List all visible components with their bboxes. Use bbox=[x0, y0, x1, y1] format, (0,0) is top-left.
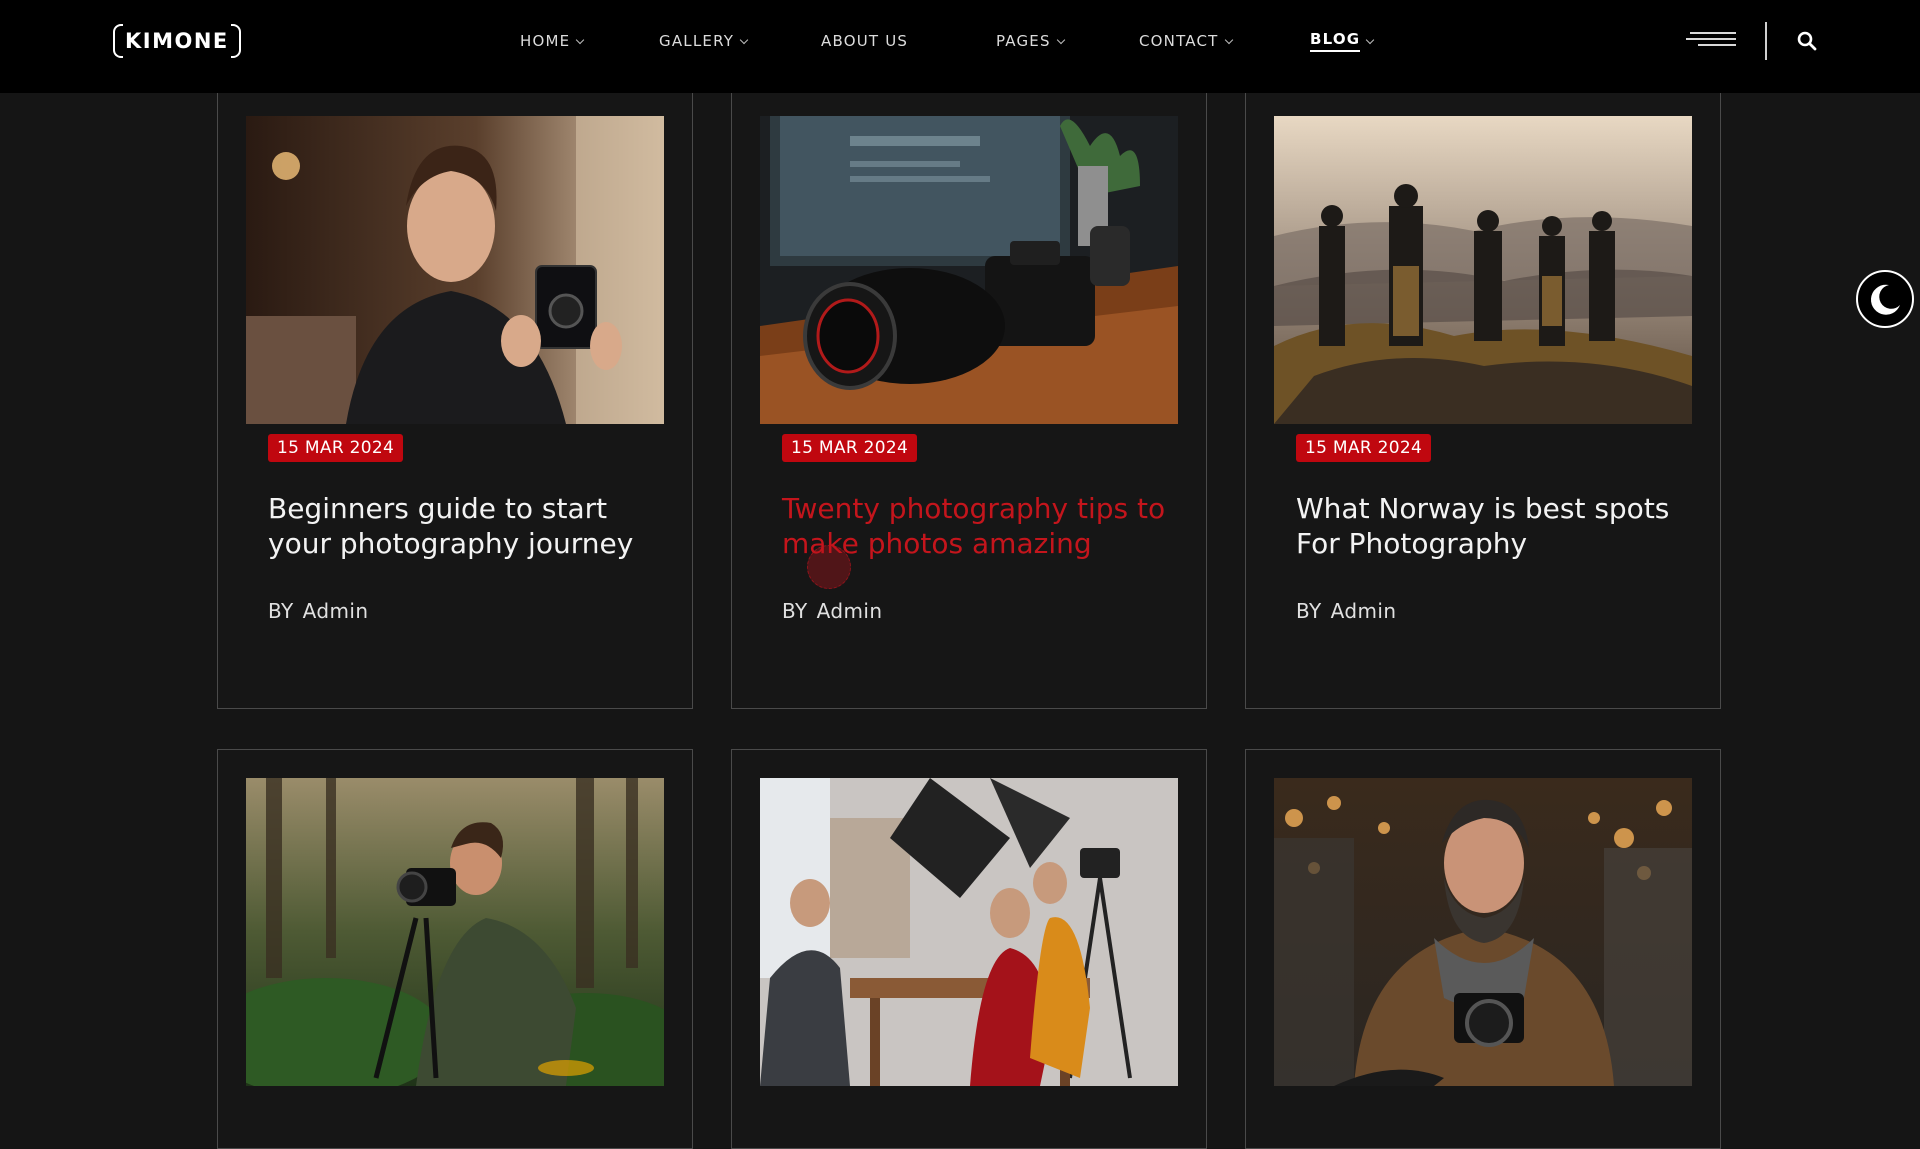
nav-item-pages[interactable]: PAGES bbox=[996, 30, 1065, 52]
post-date-badge: 15 MAR 2024 bbox=[1296, 434, 1432, 462]
post-image-woman-holding-camera[interactable] bbox=[246, 116, 664, 424]
post-byline: BY Admin bbox=[782, 599, 882, 623]
logo-text: KIMONE bbox=[125, 29, 229, 53]
post-date-badge: 15 MAR 2024 bbox=[268, 434, 404, 462]
post-image-photographer-in-forest[interactable] bbox=[246, 778, 664, 1086]
blog-grid: 15 MAR 2024 Beginners guide to start you… bbox=[0, 0, 1920, 1149]
nav-label: PAGES bbox=[996, 32, 1051, 50]
blog-card[interactable] bbox=[217, 749, 693, 1149]
header-divider bbox=[1765, 22, 1767, 60]
byline-prefix: BY bbox=[782, 599, 808, 623]
post-byline: BY Admin bbox=[268, 599, 368, 623]
chevron-down-icon bbox=[1366, 35, 1375, 44]
post-image-camera-on-desk[interactable] bbox=[760, 116, 1178, 424]
nav-item-about-us[interactable]: ABOUT US bbox=[821, 30, 908, 52]
logo-bracket-right bbox=[230, 24, 241, 58]
blog-card[interactable] bbox=[1245, 749, 1721, 1149]
post-author[interactable]: Admin bbox=[303, 599, 369, 623]
nav-label: HOME bbox=[520, 32, 571, 50]
nav-label: CONTACT bbox=[1139, 32, 1219, 50]
search-icon[interactable] bbox=[1796, 30, 1818, 52]
post-date-badge: 15 MAR 2024 bbox=[782, 434, 918, 462]
nav-item-contact[interactable]: CONTACT bbox=[1139, 30, 1233, 52]
post-title[interactable]: Beginners guide to start your photograph… bbox=[268, 491, 668, 561]
nav-label: BLOG bbox=[1310, 30, 1361, 52]
post-byline: BY Admin bbox=[1296, 599, 1396, 623]
blog-card[interactable] bbox=[731, 749, 1207, 1149]
chevron-down-icon bbox=[739, 35, 749, 44]
nav-item-blog[interactable]: BLOG bbox=[1310, 30, 1375, 52]
chevron-down-icon bbox=[1056, 35, 1065, 44]
kimone-logo[interactable]: KIMONE bbox=[113, 23, 241, 59]
post-author[interactable]: Admin bbox=[1331, 599, 1397, 623]
blog-card[interactable]: 15 MAR 2024 Twenty photography tips to m… bbox=[731, 70, 1207, 709]
blog-card[interactable]: 15 MAR 2024 Beginners guide to start you… bbox=[217, 70, 693, 709]
theme-toggle-button[interactable] bbox=[1856, 270, 1914, 328]
moon-icon bbox=[1870, 284, 1900, 315]
nav-item-home[interactable]: HOME bbox=[520, 30, 585, 52]
byline-prefix: BY bbox=[268, 599, 294, 623]
logo-bracket-left bbox=[113, 24, 123, 58]
blog-card[interactable]: 15 MAR 2024 What Norway is best spots Fo… bbox=[1245, 70, 1721, 709]
byline-prefix: BY bbox=[1296, 599, 1322, 623]
chevron-down-icon bbox=[576, 35, 585, 44]
menu-icon[interactable] bbox=[1686, 32, 1736, 48]
chevron-down-icon bbox=[1224, 35, 1233, 44]
post-image-photographers-on-mountain[interactable] bbox=[1274, 116, 1692, 424]
site-header: KIMONE HOME GALLERY ABOUT US PAGES CONTA… bbox=[0, 0, 1920, 93]
cursor-indicator bbox=[807, 545, 851, 589]
nav-item-gallery[interactable]: GALLERY bbox=[659, 30, 749, 52]
post-image-bearded-man-with-camera[interactable] bbox=[1274, 778, 1692, 1086]
post-image-photo-studio-team[interactable] bbox=[760, 778, 1178, 1086]
post-title[interactable]: What Norway is best spots For Photograph… bbox=[1296, 491, 1696, 561]
nav-label: ABOUT US bbox=[821, 32, 909, 50]
post-author[interactable]: Admin bbox=[817, 599, 883, 623]
nav-label: GALLERY bbox=[659, 32, 735, 50]
